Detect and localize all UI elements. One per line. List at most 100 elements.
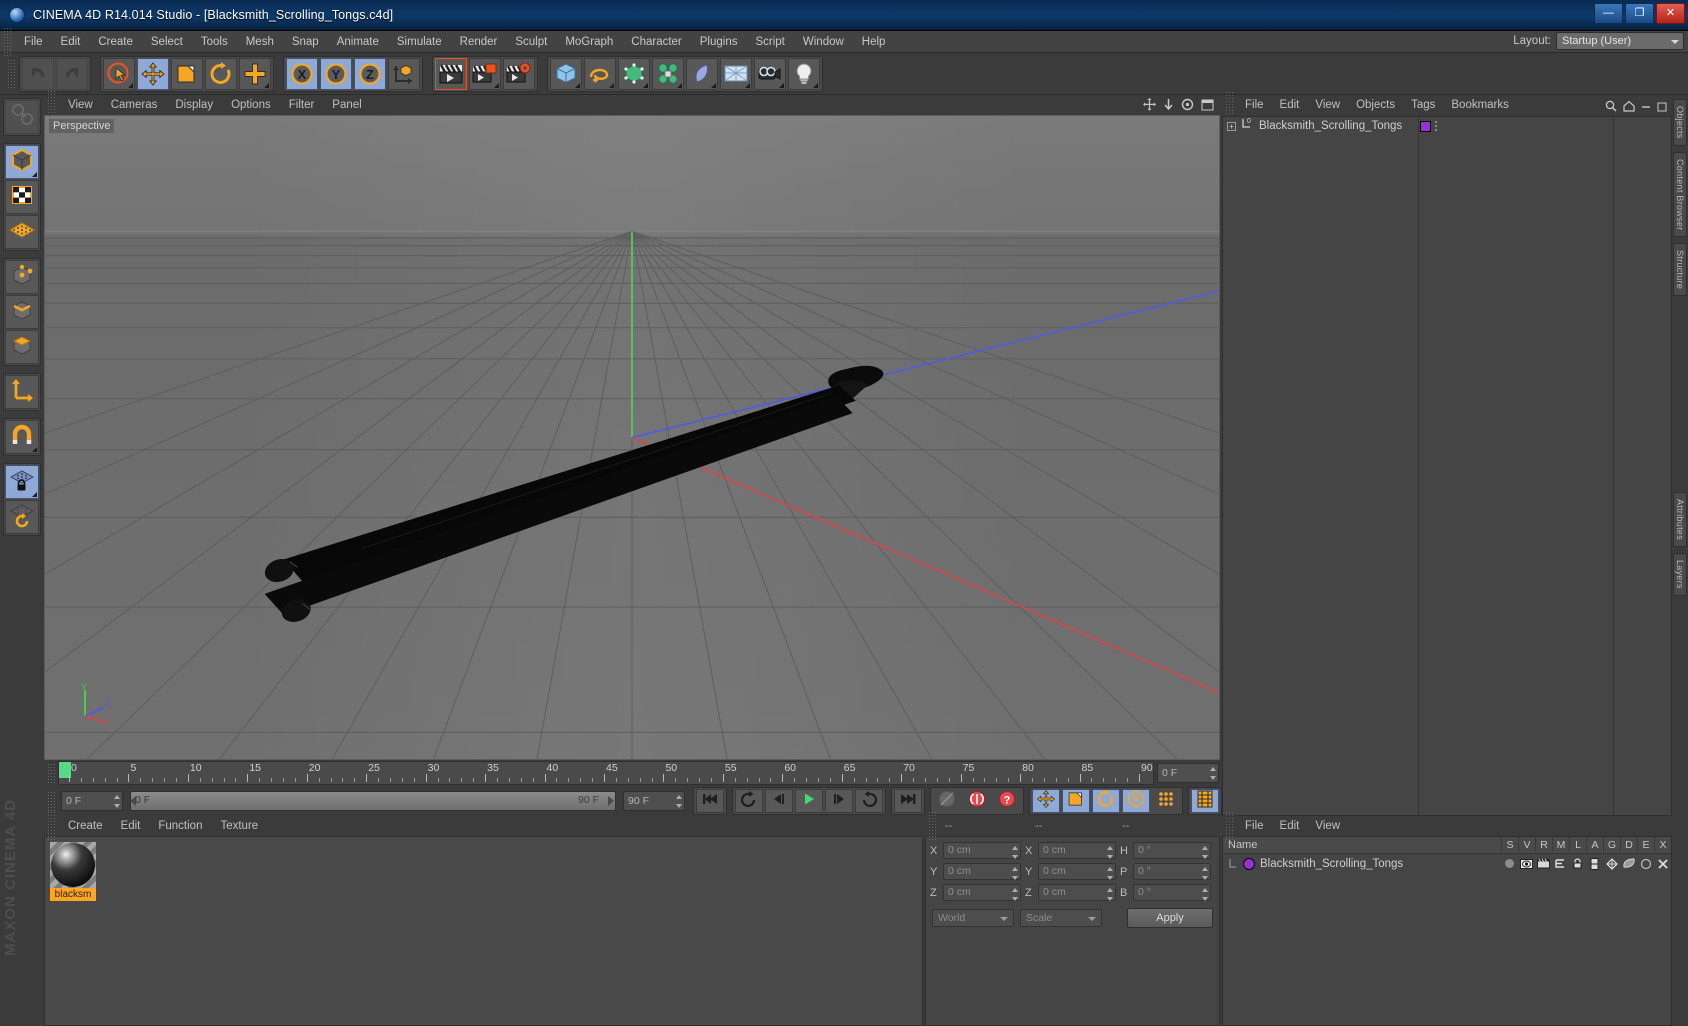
add-camera-button[interactable] <box>754 57 786 90</box>
om-menu-edit[interactable]: Edit <box>1272 95 1308 116</box>
pos-y-field[interactable]: 0 cm <box>943 863 1021 880</box>
add-tool[interactable] <box>239 57 271 90</box>
rotate-view-icon[interactable] <box>1181 98 1194 116</box>
layout-dropdown[interactable]: Startup (User) <box>1556 32 1684 50</box>
tab-content-browser[interactable]: Content Browser <box>1673 151 1687 238</box>
axis-mode-button[interactable] <box>5 375 39 409</box>
layer-color-swatch[interactable] <box>1243 857 1255 870</box>
viewport-menu-cameras[interactable]: Cameras <box>102 95 167 115</box>
menu-help[interactable]: Help <box>853 31 895 53</box>
tab-attributes[interactable]: Attributes <box>1673 492 1687 548</box>
menu-animate[interactable]: Animate <box>328 31 388 53</box>
add-cube-button[interactable] <box>550 57 582 90</box>
menu-file[interactable]: File <box>15 31 52 53</box>
lock-workplane-button[interactable] <box>5 465 39 499</box>
om-menu-bookmarks[interactable]: Bookmarks <box>1443 95 1517 116</box>
perspective-viewport[interactable]: Perspective Y Z X <box>44 115 1220 760</box>
menu-render[interactable]: Render <box>451 31 507 53</box>
undo-view-button[interactable] <box>5 100 39 134</box>
expand-toggle-icon[interactable]: + <box>1227 121 1236 131</box>
layer-xref-cell[interactable] <box>1654 858 1671 870</box>
rot-h-field[interactable]: 0 ° <box>1133 842 1211 859</box>
home-icon[interactable] <box>1623 99 1635 117</box>
om-menu-view[interactable]: View <box>1307 95 1348 116</box>
ly-menu-edit[interactable]: Edit <box>1272 816 1308 836</box>
step-forward-button[interactable] <box>825 789 853 813</box>
layer-expression-cell[interactable] <box>1637 858 1654 870</box>
expand-icon[interactable] <box>1657 99 1667 117</box>
add-spline-button[interactable] <box>584 57 616 90</box>
viewport-menu-view[interactable]: View <box>59 95 102 115</box>
size-x-field[interactable]: 0 cm <box>1038 842 1116 859</box>
material-menu-create[interactable]: Create <box>59 816 112 836</box>
rotation-key-button[interactable] <box>1092 789 1120 813</box>
render-settings-button[interactable] <box>503 57 535 90</box>
col-g[interactable]: G <box>1603 836 1620 854</box>
layer-name-cell[interactable]: Blacksmith_Scrolling_Tongs <box>1228 857 1501 870</box>
menu-window[interactable]: Window <box>794 31 853 53</box>
col-s[interactable]: S <box>1501 836 1518 854</box>
point-level-animation-button[interactable] <box>1152 789 1180 813</box>
autokeying-button[interactable] <box>963 789 991 813</box>
position-key-button[interactable] <box>1032 789 1060 813</box>
menu-edit[interactable]: Edit <box>52 31 90 53</box>
timeline-grip[interactable] <box>47 763 56 783</box>
rot-p-field[interactable]: 0 ° <box>1133 863 1211 880</box>
material-item[interactable]: blacksm <box>50 842 96 904</box>
scale-tool[interactable] <box>171 57 203 90</box>
preview-range-slider[interactable]: 0 F 90 F <box>130 791 616 811</box>
col-x[interactable]: X <box>1654 836 1671 854</box>
frame-spinner[interactable] <box>1209 767 1216 780</box>
layer-lock-cell[interactable] <box>1569 858 1586 869</box>
texture-mode-button[interactable] <box>5 180 39 214</box>
menu-mograph[interactable]: MoGraph <box>556 31 622 53</box>
viewport-menu-options[interactable]: Options <box>222 95 280 115</box>
select-tool[interactable] <box>103 57 135 90</box>
col-v[interactable]: V <box>1518 836 1535 854</box>
tab-objects[interactable]: Objects <box>1673 99 1687 146</box>
col-l[interactable]: L <box>1569 836 1586 854</box>
layer-animation-cell[interactable] <box>1586 857 1603 870</box>
layer-render-cell[interactable] <box>1535 858 1552 869</box>
animation-start-field[interactable]: 0 F <box>61 791 123 811</box>
material-list[interactable]: blacksm <box>44 836 923 1026</box>
go-to-end-button[interactable] <box>894 789 922 813</box>
previous-key-button[interactable] <box>735 789 763 813</box>
size-z-field[interactable]: 0 cm <box>1038 884 1116 901</box>
polygons-mode-button[interactable] <box>5 330 39 364</box>
lock-x-axis[interactable]: X <box>286 57 318 90</box>
menu-select[interactable]: Select <box>142 31 192 53</box>
menu-plugins[interactable]: Plugins <box>691 31 747 53</box>
rot-b-field[interactable]: 0 ° <box>1133 884 1211 901</box>
menubar-grip[interactable] <box>3 26 12 57</box>
col-d[interactable]: D <box>1620 836 1637 854</box>
coord-system-dropdown[interactable]: World <box>932 909 1014 927</box>
size-y-field[interactable]: 0 cm <box>1038 863 1116 880</box>
menu-simulate[interactable]: Simulate <box>388 31 451 53</box>
model-mode-button[interactable] <box>5 145 39 179</box>
layer-manager-grip[interactable] <box>1225 811 1234 841</box>
search-icon[interactable] <box>1605 99 1617 117</box>
add-nurbs-button[interactable] <box>618 57 650 90</box>
scale-key-button[interactable] <box>1062 789 1090 813</box>
layer-deformer-cell[interactable] <box>1620 858 1637 870</box>
ly-menu-view[interactable]: View <box>1307 816 1348 836</box>
add-environment-button[interactable] <box>720 57 752 90</box>
coordinate-grip[interactable] <box>928 811 937 841</box>
layer-row[interactable]: Blacksmith_Scrolling_Tongs <box>1223 854 1671 873</box>
tab-structure[interactable]: Structure <box>1673 243 1687 297</box>
animation-end-field[interactable]: 90 F <box>623 791 685 811</box>
timeline-ruler[interactable]: 0 5 10 15 20 25 30 35 40 45 50 55 60 65 70 75 80 85 90 <box>58 761 1154 785</box>
object-tree-row[interactable]: + 0 Blacksmith_Scrolling_Tongs <box>1223 117 1671 135</box>
col-a[interactable]: A <box>1586 836 1603 854</box>
om-menu-file[interactable]: File <box>1237 95 1272 116</box>
end-spinner[interactable] <box>675 795 682 808</box>
menu-sculpt[interactable]: Sculpt <box>506 31 556 53</box>
maximize-button[interactable]: ❐ <box>1625 3 1654 24</box>
menu-snap[interactable]: Snap <box>283 31 328 53</box>
viewport-menu-panel[interactable]: Panel <box>323 95 370 115</box>
points-mode-button[interactable] <box>5 260 39 294</box>
menu-script[interactable]: Script <box>746 31 793 53</box>
zoom-view-icon[interactable] <box>1163 98 1174 116</box>
step-back-button[interactable] <box>765 789 793 813</box>
